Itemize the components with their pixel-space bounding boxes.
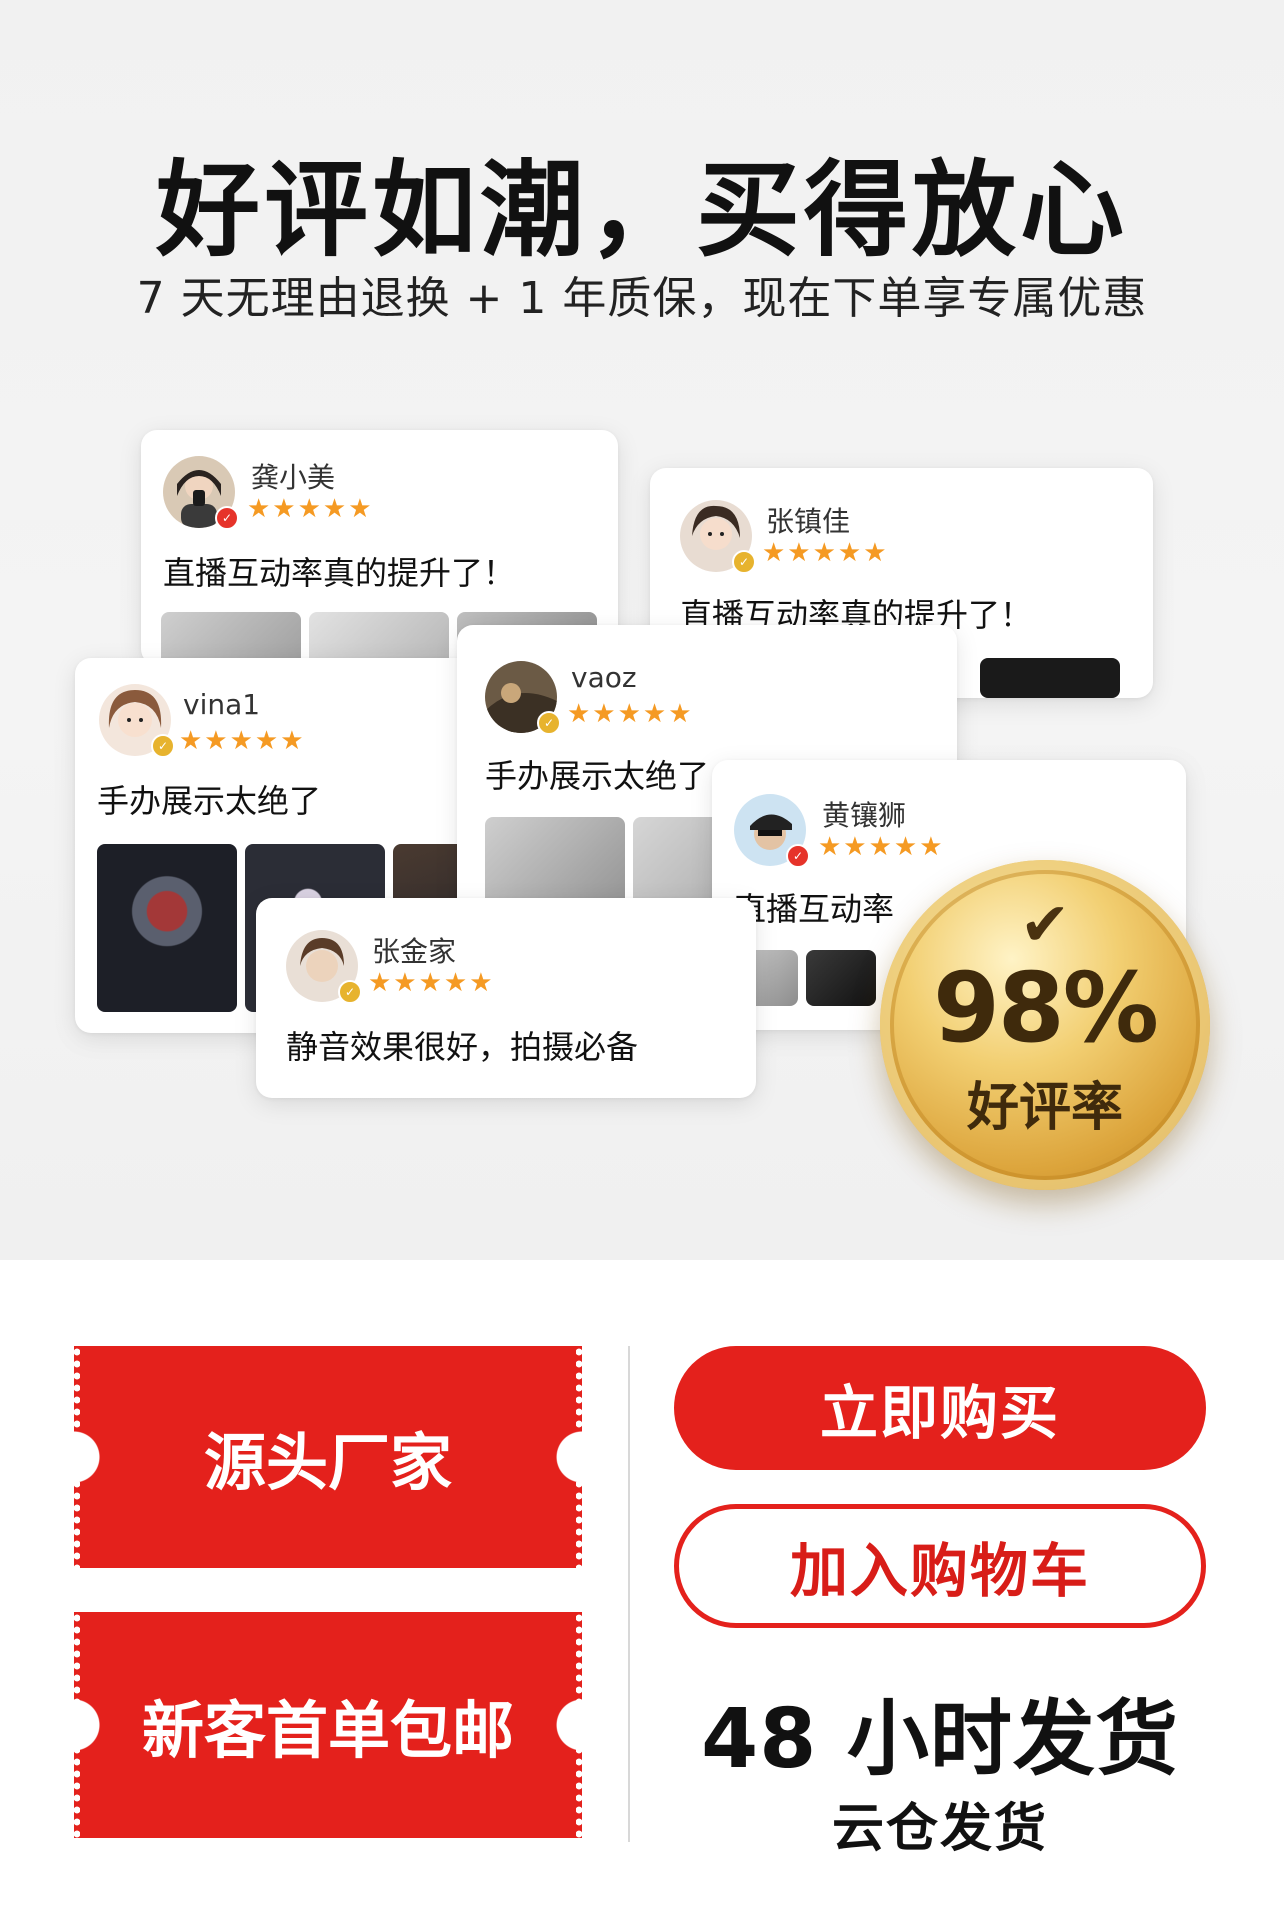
page-subline: 7 天无理由退换 + 1 年质保，现在下单享专属优惠 <box>136 273 1148 324</box>
coupon-ticket-factory[interactable]: 源头厂家 <box>74 1346 582 1568</box>
rating-stars-icon: ★★★★★ <box>818 832 945 862</box>
review-username: 龚小美 <box>251 461 336 494</box>
positive-rate-label: 好评率 <box>966 1078 1123 1138</box>
review-text: 静音效果很好，拍摄必备 <box>286 1028 639 1066</box>
avatar: ✓ <box>99 684 175 758</box>
page-headline: 好评如潮，买得放心 <box>155 149 1128 271</box>
buy-now-button[interactable]: 立即购买 <box>674 1346 1206 1470</box>
add-to-cart-button[interactable]: 加入购物车 <box>674 1504 1206 1628</box>
rating-stars-icon: ★★★★★ <box>567 699 694 729</box>
avatar: ✓ <box>734 794 810 868</box>
rating-stars-icon: ★★★★★ <box>762 538 889 568</box>
review-text: 直播互动率 <box>734 890 895 928</box>
review-photos <box>738 950 876 1006</box>
verified-badge-icon: ✓ <box>215 506 239 530</box>
rating-stars-icon: ★★★★★ <box>368 968 495 998</box>
review-username: 张金家 <box>372 935 457 968</box>
vertical-divider <box>628 1346 630 1842</box>
ticket-edge-left <box>74 1612 80 1838</box>
avatar: ✓ <box>163 456 239 530</box>
review-username: 张镇佳 <box>766 505 851 538</box>
review-text: 手办展示太绝了 <box>97 782 322 820</box>
avatar: ✓ <box>286 930 362 1004</box>
ticket-edge-left <box>74 1346 80 1568</box>
verified-badge-icon: ✓ <box>338 980 362 1004</box>
shipping-headline: 48 小时发货 <box>701 1692 1179 1787</box>
review-card[interactable]: ✓ 张金家 ★★★★★ 静音效果很好，拍摄必备 <box>256 898 756 1098</box>
review-photo[interactable] <box>980 658 1120 698</box>
coupon-ticket-label: 新客首单包邮 <box>141 1694 514 1767</box>
verified-badge-icon: ✓ <box>732 550 756 574</box>
reviews-section: 好评如潮，买得放心 7 天无理由退换 + 1 年质保，现在下单享专属优惠 ✓ 龚… <box>0 0 1284 1260</box>
ticket-edge-right <box>576 1346 582 1568</box>
verified-badge-icon: ✓ <box>786 844 810 868</box>
rating-medal: ✔ 98% 好评率 <box>880 860 1210 1190</box>
positive-rate-value: 98% <box>933 952 1159 1064</box>
review-username: vina1 <box>183 688 261 721</box>
coupon-ticket-label: 源头厂家 <box>203 1426 452 1499</box>
review-photo[interactable] <box>806 950 876 1006</box>
rating-stars-icon: ★★★★★ <box>247 494 374 524</box>
review-photo[interactable] <box>97 844 237 1012</box>
rating-stars-icon: ★★★★★ <box>179 726 306 756</box>
ticket-edge-right <box>576 1612 582 1838</box>
avatar: ✓ <box>680 500 756 574</box>
coupon-ticket-free-shipping[interactable]: 新客首单包邮 <box>74 1612 582 1838</box>
review-text: 手办展示太绝了 <box>485 757 710 795</box>
review-username: vaoz <box>571 661 637 694</box>
shipping-subtext: 云仓发货 <box>831 1799 1048 1859</box>
review-username: 黄镶狮 <box>822 799 907 832</box>
avatar: ✓ <box>485 661 561 735</box>
review-text: 直播互动率真的提升了！ <box>163 554 516 592</box>
verified-badge-icon: ✓ <box>537 711 561 735</box>
checkmark-icon: ✔ <box>1019 890 1071 960</box>
review-photos <box>980 658 1120 698</box>
verified-badge-icon: ✓ <box>151 734 175 758</box>
